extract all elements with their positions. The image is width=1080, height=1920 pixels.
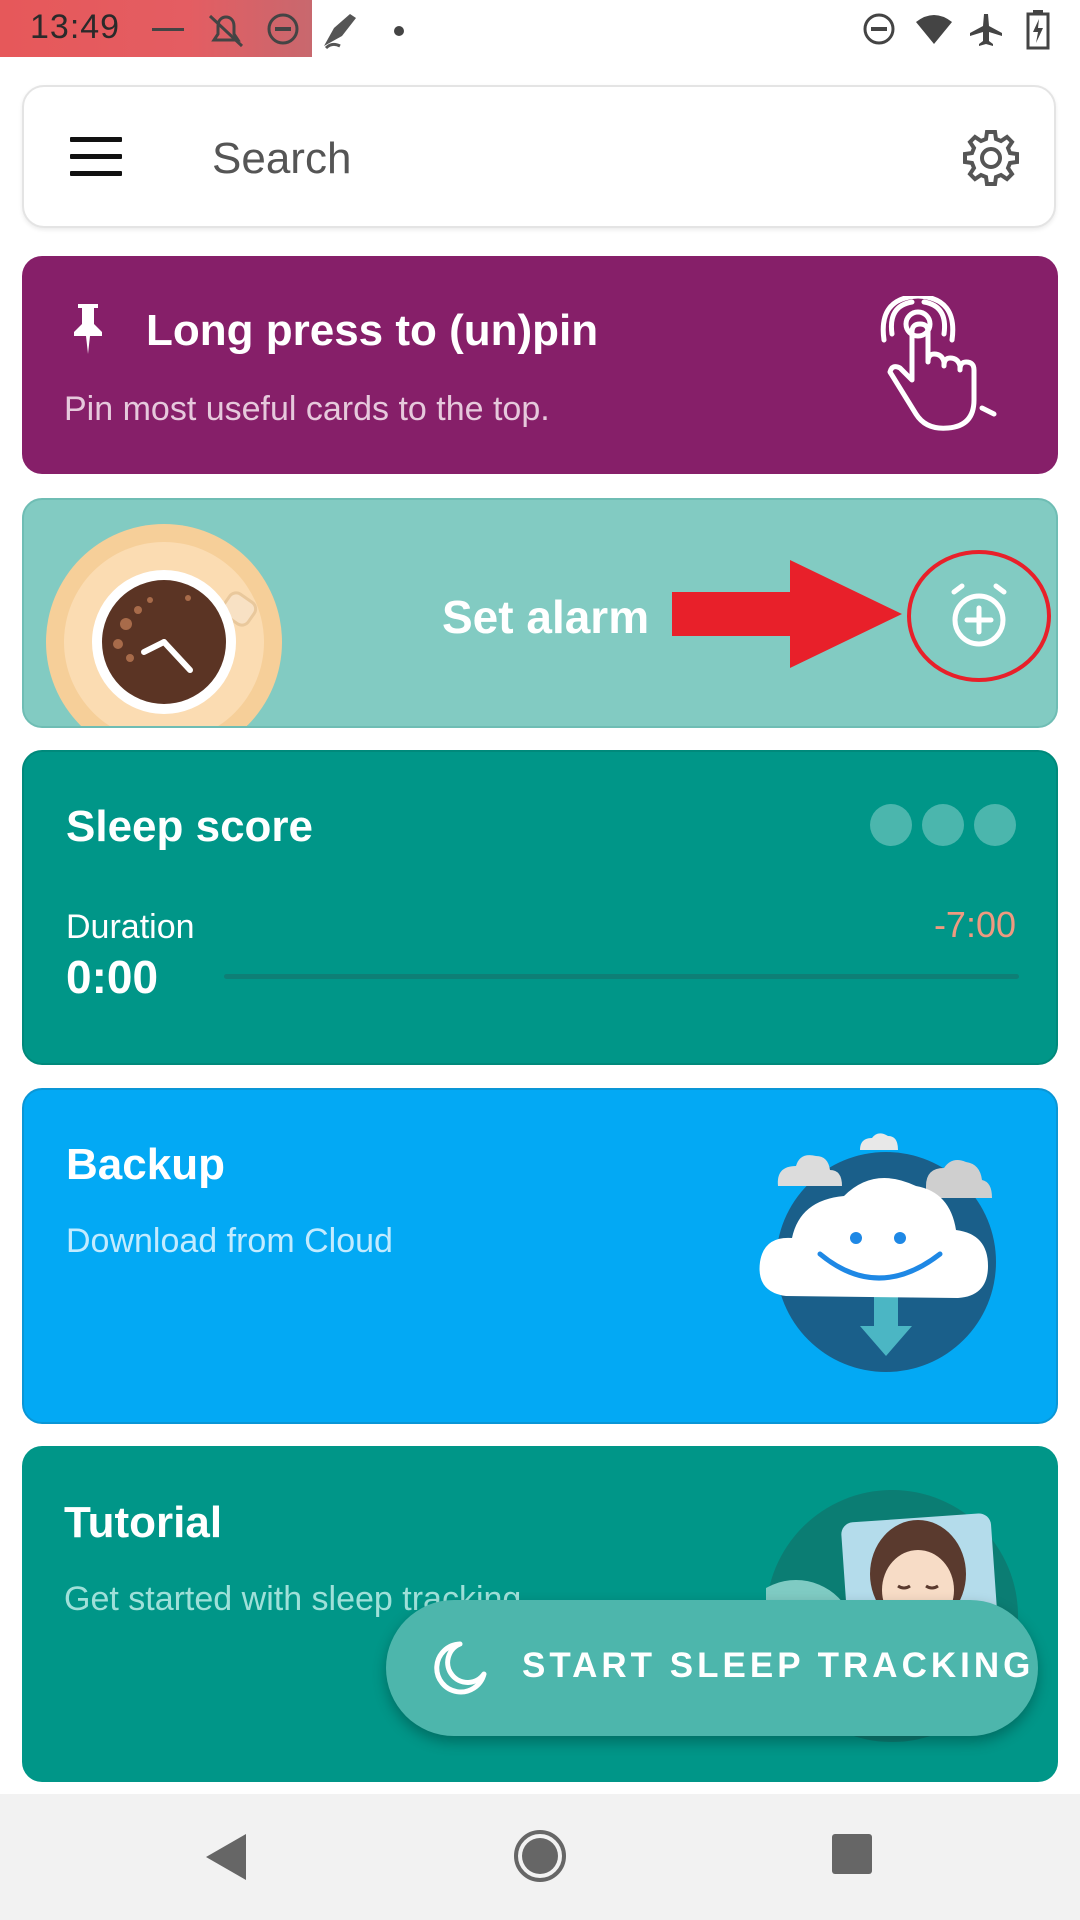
score-dot bbox=[922, 804, 964, 846]
score-dots bbox=[860, 804, 1016, 851]
pin-info-card[interactable]: Long press to (un)pin Pin most useful ca… bbox=[22, 256, 1058, 474]
start-sleep-tracking-button[interactable]: START SLEEP TRACKING bbox=[386, 1600, 1038, 1736]
status-bar: 13:49 bbox=[0, 0, 1080, 60]
search-bar bbox=[22, 85, 1056, 228]
recents-icon[interactable] bbox=[832, 1834, 872, 1874]
gear-icon[interactable] bbox=[962, 129, 1020, 187]
duration-label: Duration bbox=[66, 908, 195, 946]
battery-charging-icon bbox=[1026, 10, 1050, 50]
backup-title: Backup bbox=[66, 1140, 225, 1189]
airplane-mode-icon bbox=[970, 14, 1002, 46]
notifications-off-icon bbox=[208, 14, 244, 48]
duration-progress-bar bbox=[224, 974, 1019, 979]
sleep-score-card[interactable]: Sleep score Duration 0:00 -7:00 bbox=[22, 750, 1058, 1065]
set-alarm-card[interactable]: Set alarm bbox=[22, 498, 1058, 728]
pin-card-title: Long press to (un)pin bbox=[146, 306, 599, 355]
do-not-disturb-icon bbox=[267, 13, 299, 45]
system-nav-bar bbox=[0, 1794, 1080, 1920]
pin-card-subtitle: Pin most useful cards to the top. bbox=[64, 390, 550, 428]
set-alarm-label: Set alarm bbox=[442, 591, 650, 643]
add-alarm-icon[interactable] bbox=[904, 546, 1054, 686]
duration-value: 0:00 bbox=[66, 951, 159, 1003]
score-dot bbox=[870, 804, 912, 846]
sleep-app-icon bbox=[324, 14, 356, 50]
long-press-hand-icon bbox=[880, 296, 997, 431]
moon-icon bbox=[434, 1641, 487, 1695]
tutorial-title: Tutorial bbox=[64, 1498, 223, 1547]
start-sleep-tracking-label: START SLEEP TRACKING bbox=[522, 1646, 1035, 1685]
cloud-download-illustration bbox=[759, 1133, 996, 1372]
score-dot bbox=[974, 804, 1016, 846]
back-icon[interactable] bbox=[206, 1834, 246, 1880]
status-time: 13:49 bbox=[30, 8, 121, 46]
do-not-disturb-icon bbox=[863, 13, 895, 45]
search-input[interactable] bbox=[210, 121, 914, 197]
notification-dot-icon bbox=[394, 26, 404, 36]
home-icon[interactable] bbox=[514, 1830, 566, 1882]
minus-icon bbox=[152, 28, 184, 31]
wifi-icon bbox=[916, 15, 952, 44]
menu-icon[interactable] bbox=[70, 137, 122, 177]
coffee-clock-illustration bbox=[46, 524, 282, 726]
backup-subtitle: Download from Cloud bbox=[66, 1222, 393, 1260]
sleep-score-title: Sleep score bbox=[66, 802, 314, 851]
duration-target: -7:00 bbox=[933, 904, 1016, 945]
backup-card[interactable]: Backup Download from Cloud bbox=[22, 1088, 1058, 1424]
pin-icon bbox=[74, 304, 102, 354]
red-arrow-annotation bbox=[672, 560, 902, 668]
